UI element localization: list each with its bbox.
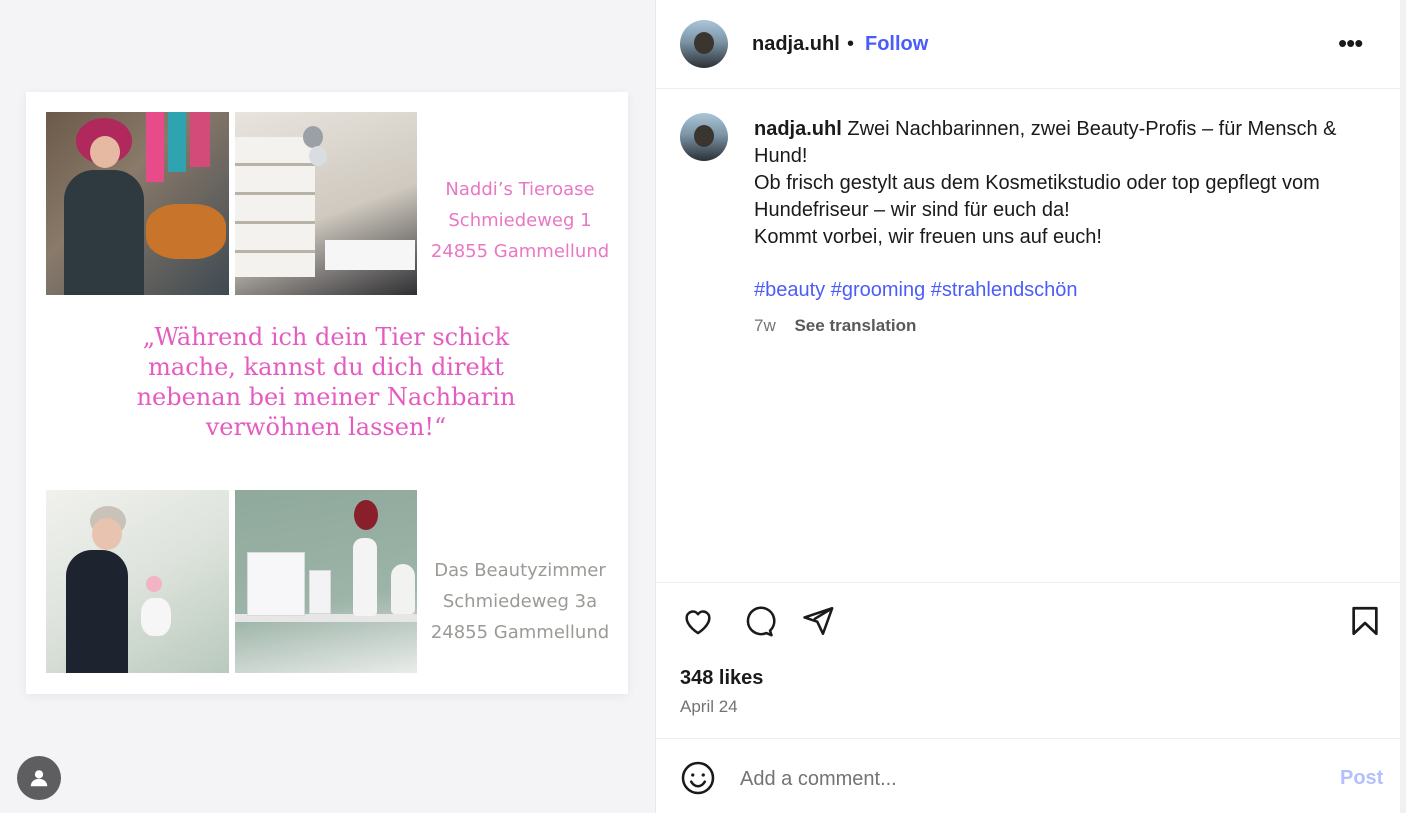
caption-meta: 7w See translation [754, 316, 916, 336]
salon-address-top: Naddi’s Tieroase Schmiedeweg 1 24855 Gam… [422, 174, 618, 267]
towel-decor [168, 112, 186, 172]
media-pane: Naddi’s Tieroase Schmiedeweg 1 24855 Gam… [0, 0, 655, 813]
caption-avatar[interactable] [680, 113, 728, 161]
caption-username[interactable]: nadja.uhl [754, 118, 842, 140]
table-decor [325, 240, 415, 270]
address-line: 24855 Gammellund [430, 241, 610, 262]
scrollbar[interactable] [1400, 0, 1406, 813]
avatar[interactable] [680, 20, 728, 68]
quote-line: „Während ich dein Tier schick [142, 323, 510, 351]
caption-line: Hundefriseur – wir sind für euch da! [754, 199, 1070, 221]
quote-line: mache, kannst du dich direkt [148, 353, 504, 381]
like-icon[interactable] [680, 604, 716, 643]
share-icon[interactable] [800, 604, 836, 643]
photo-beauty-products [235, 490, 417, 673]
quote-text: „Während ich dein Tier schick mache, kan… [56, 322, 596, 442]
caption-line: Ob frisch gestylt aus dem Kosmetikstudio… [754, 172, 1320, 194]
user-icon [30, 770, 48, 787]
shelf-decor [235, 137, 315, 277]
header-username[interactable]: nadja.uhl [752, 33, 840, 56]
caption-line: Kommt vorbei, wir freuen uns auf euch! [754, 226, 1102, 248]
divider [656, 582, 1401, 583]
person-figure [64, 170, 144, 295]
vase-decor [141, 598, 171, 636]
caption-line: Zwei Nachbarinnen, zwei Beauty-Profis – … [847, 118, 1337, 140]
person-face [90, 136, 120, 168]
vase-decor [353, 538, 377, 616]
photo-grooming-room [235, 112, 417, 295]
post-header: nadja.uhl • Follow ••• [656, 0, 1401, 89]
more-options-icon[interactable]: ••• [1338, 28, 1363, 59]
photo-cosmetician [46, 490, 229, 673]
follow-button[interactable]: Follow [865, 33, 928, 56]
post-image[interactable]: Naddi’s Tieroase Schmiedeweg 1 24855 Gam… [26, 92, 628, 694]
likes-count[interactable]: 348 likes [680, 667, 763, 690]
see-translation-button[interactable]: See translation [794, 316, 916, 335]
quote-line: verwöhnen lassen!“ [205, 413, 447, 441]
balloon-decor [309, 146, 327, 166]
separator-dot: • [847, 33, 855, 55]
emoji-icon[interactable] [680, 760, 716, 801]
flower-decor [146, 576, 162, 592]
balloon-decor [303, 126, 323, 148]
flower-decor [354, 500, 378, 530]
bookmark-icon[interactable] [1348, 604, 1382, 643]
quote-line: nebenan bei meiner Nachbarin [136, 383, 516, 411]
caption-line: Hund! [754, 145, 808, 167]
post-side-panel: nadja.uhl • Follow ••• nadja.uhl Zwei Na… [655, 0, 1406, 813]
dog-figure [146, 204, 226, 259]
product-box [309, 570, 331, 614]
salon-address-bottom: Das Beautyzimmer Schmiedeweg 3a 24855 Ga… [422, 555, 618, 648]
comment-input[interactable] [740, 764, 1300, 794]
towel-decor [190, 112, 210, 167]
post-comment-button[interactable]: Post [1340, 767, 1383, 790]
caption-text: nadja.uhl Zwei Nachbarinnen, zwei Beauty… [754, 116, 1374, 251]
hashtags-link[interactable]: #beauty #grooming #strahlendschön [754, 279, 1078, 302]
statue-decor [391, 564, 415, 614]
product-box [247, 552, 305, 616]
address-line: Naddi’s Tieroase [445, 179, 595, 200]
photo-dog-grooming [46, 112, 229, 295]
towel-decor [146, 112, 164, 182]
post-age: 7w [754, 316, 776, 335]
address-line: Schmiedeweg 3a [442, 591, 598, 612]
user-profile-button[interactable] [17, 756, 61, 800]
person-figure [66, 550, 128, 673]
post-date[interactable]: April 24 [680, 697, 738, 717]
divider [656, 738, 1401, 739]
comment-icon[interactable] [740, 604, 776, 643]
address-line: 24855 Gammellund [430, 622, 610, 643]
address-line: Schmiedeweg 1 [448, 210, 592, 231]
address-line: Das Beautyzimmer [434, 560, 606, 581]
person-face [92, 518, 122, 550]
